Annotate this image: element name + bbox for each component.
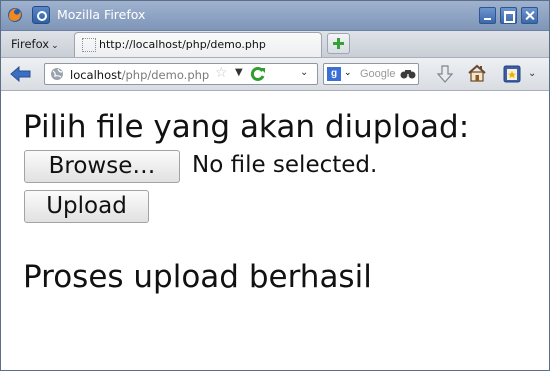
globe-icon xyxy=(51,68,63,80)
browse-button[interactable]: Browse… xyxy=(24,150,180,183)
page-heading: Pilih file yang akan diupload: xyxy=(23,109,470,145)
bookmarks-icon[interactable] xyxy=(502,64,522,84)
firefox-menu-button[interactable]: Firefox ⌄ xyxy=(11,37,59,51)
tab-demo-php[interactable]: http://localhost/php/demo.php xyxy=(74,32,322,57)
window-title: Mozilla Firefox xyxy=(57,7,146,22)
binoculars-icon[interactable] xyxy=(400,68,416,80)
history-dropdown-icon[interactable]: ▼ xyxy=(235,67,243,78)
url-path: /php/demo.php xyxy=(121,68,210,82)
new-tab-button[interactable] xyxy=(327,33,350,54)
firefox-icon[interactable] xyxy=(7,7,23,23)
title-bar: Mozilla Firefox xyxy=(1,1,549,31)
chevron-down-icon: ⌄ xyxy=(51,41,59,51)
url-text: localhost/php/demo.php xyxy=(70,68,209,82)
star-icon[interactable]: ☆ xyxy=(215,65,228,81)
system-menu-icon[interactable] xyxy=(32,6,50,24)
url-bar[interactable]: localhost/php/demo.php ☆ ▼ xyxy=(44,63,318,85)
home-icon[interactable] xyxy=(467,63,487,83)
minimize-button[interactable] xyxy=(479,7,496,24)
google-icon[interactable]: g xyxy=(327,67,341,81)
url-host: localhost xyxy=(70,68,122,82)
maximize-button[interactable] xyxy=(500,7,517,24)
firefox-menu-label: Firefox xyxy=(11,37,50,51)
navigation-bar: localhost/php/demo.php ☆ ▼ g ⌄ Google ⌄ xyxy=(1,58,549,91)
back-arrow-icon[interactable] xyxy=(10,66,32,82)
page-favicon-icon xyxy=(82,38,96,52)
search-bar[interactable]: g ⌄ Google xyxy=(323,63,419,85)
tab-strip: Firefox ⌄ http://localhost/php/demo.php xyxy=(1,31,549,58)
page-content: Pilih file yang akan diupload: Browse… N… xyxy=(2,92,549,370)
tab-label: http://localhost/php/demo.php xyxy=(99,38,266,51)
download-arrow-icon[interactable] xyxy=(435,64,455,84)
search-placeholder: Google xyxy=(360,68,396,80)
upload-result-text: Proses upload berhasil xyxy=(23,259,372,295)
file-status-text: No file selected. xyxy=(192,152,378,178)
browser-window: Mozilla Firefox Firefox ⌄ http://localhos… xyxy=(0,0,550,371)
url-dropdown-caret-icon[interactable]: ⌄ xyxy=(300,67,308,78)
upload-button[interactable]: Upload xyxy=(24,190,149,223)
bookmarks-menu-caret-icon[interactable]: ⌄ xyxy=(528,68,536,79)
close-button[interactable] xyxy=(521,7,538,24)
search-engine-caret-icon[interactable]: ⌄ xyxy=(344,68,352,78)
reload-icon[interactable] xyxy=(250,66,266,82)
